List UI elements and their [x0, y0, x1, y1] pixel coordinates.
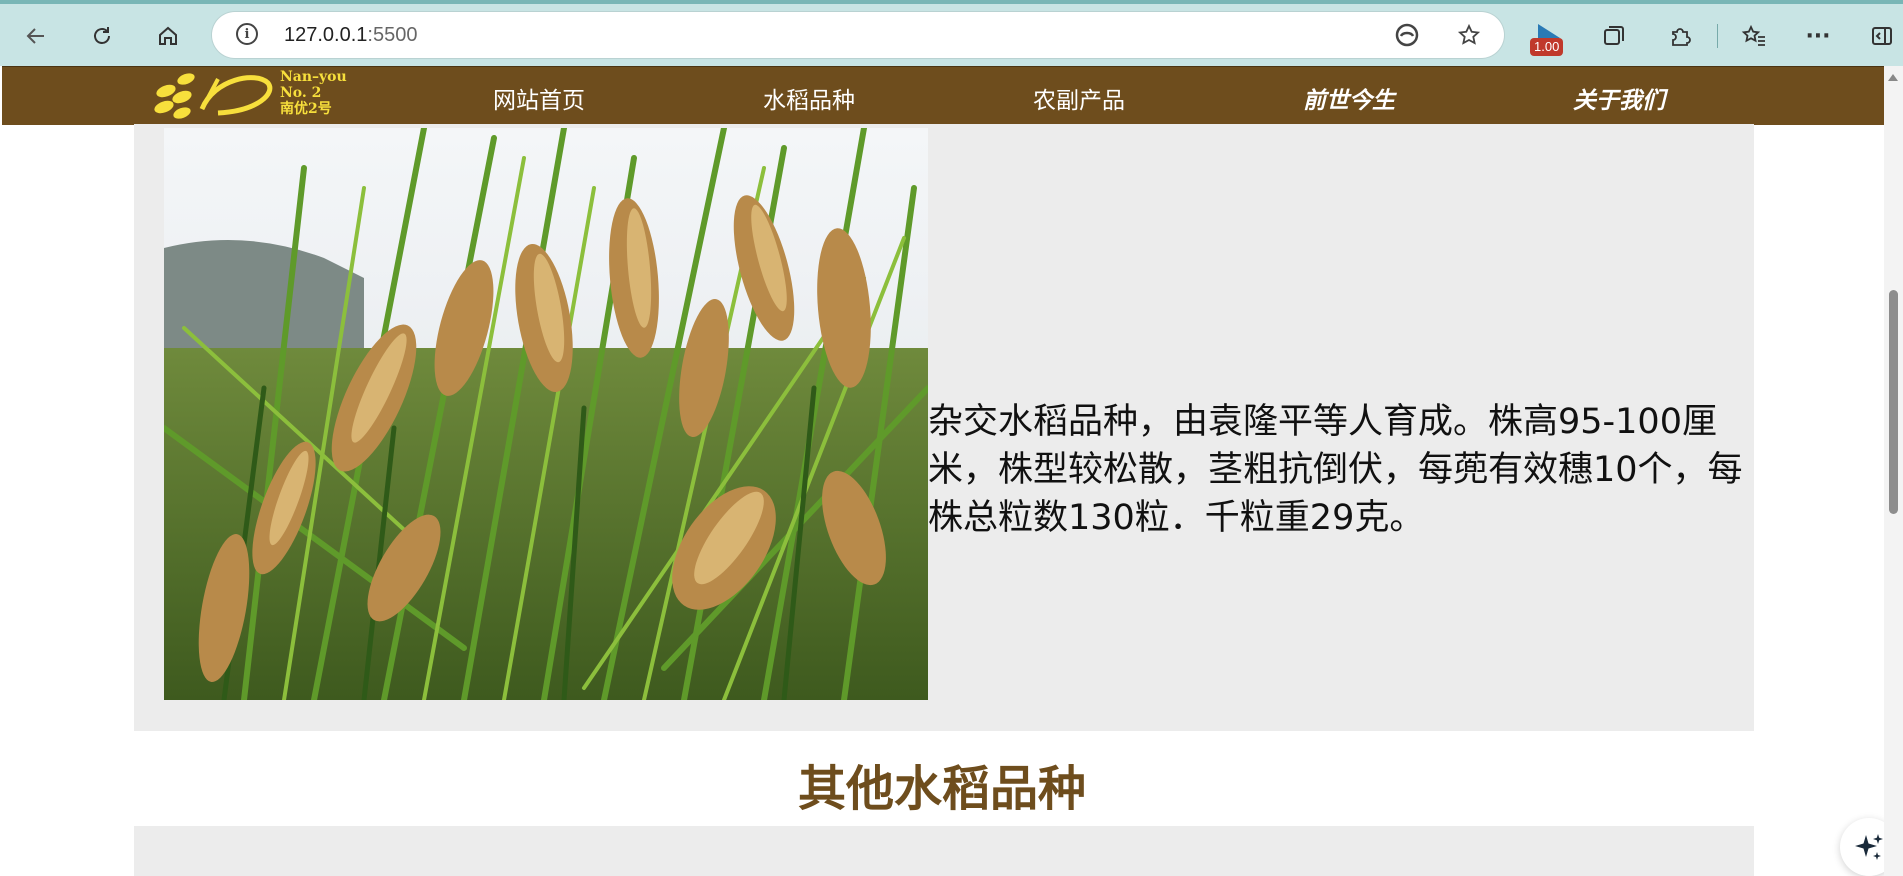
reload-icon	[94, 27, 110, 44]
reload-button[interactable]	[84, 18, 120, 54]
browser-toolbar: i 127.0.0.1:5500 1.00 ···	[0, 0, 1903, 66]
flag-icon[interactable]	[1538, 24, 1560, 38]
section-title: 其他水稻品种	[797, 761, 1086, 817]
logo-text: Nan–you No. 2 南优2号	[280, 69, 347, 117]
home-button[interactable]	[150, 18, 186, 54]
other-varieties-panel	[134, 826, 1754, 876]
favorite-button[interactable]	[1456, 22, 1482, 48]
sparkle-icon	[1855, 834, 1883, 860]
collections-button[interactable]	[1596, 18, 1632, 54]
logo-line-3: 南优2号	[280, 101, 332, 117]
logo-line-1: Nan–you	[280, 69, 347, 85]
back-button[interactable]	[18, 18, 54, 54]
variety-description: 杂交水稻品种，由袁隆平等人育成。株高95-100厘米，株型较松散，茎粗抗倒伏，每…	[928, 402, 1743, 538]
home-icon	[159, 26, 177, 45]
more-button[interactable]: ···	[1800, 18, 1836, 54]
nav-rice-varieties[interactable]: 水稻品种	[763, 81, 855, 114]
page-scrollbar[interactable]	[1884, 66, 1903, 876]
sidebar-button[interactable]	[1864, 18, 1900, 54]
nav-agricultural-products[interactable]: 农副产品	[1033, 81, 1125, 114]
collections-icon	[1604, 26, 1624, 45]
nav-home[interactable]: 网站首页	[493, 81, 585, 114]
extensions-button[interactable]	[1662, 18, 1698, 54]
sidebar-icon	[1872, 27, 1892, 45]
edge-icon	[1395, 23, 1419, 47]
address-bar[interactable]: i 127.0.0.1:5500	[212, 12, 1504, 58]
more-icon: ···	[1805, 23, 1831, 49]
site-navbar: Nan–you No. 2 南优2号 网站首页 水稻品种 农副产品 前世今生 关…	[2, 66, 1884, 125]
read-aloud-button[interactable]	[1394, 22, 1420, 48]
star-icon	[1457, 23, 1481, 45]
scroll-thumb[interactable]	[1889, 290, 1898, 514]
page-viewport: Nan–you No. 2 南优2号 网站首页 水稻品种 农副产品 前世今生 关…	[0, 66, 1884, 876]
site-logo[interactable]: Nan–you No. 2 南优2号	[152, 69, 392, 123]
arrow-left-icon	[26, 28, 44, 44]
variety-feature-panel: 杂交水稻品种，由袁隆平等人育成。株高95-100厘米，株型较松散，茎粗抗倒伏，每…	[134, 124, 1754, 731]
logo-line-2: No. 2	[280, 85, 322, 101]
logo-mark-icon	[154, 73, 273, 119]
extension-badge: 1.00	[1530, 38, 1564, 56]
url-host: 127.0.0.1	[284, 24, 368, 46]
copilot-button[interactable]	[1840, 818, 1884, 876]
favorites-button[interactable]	[1736, 18, 1772, 54]
scroll-up-icon[interactable]	[1888, 74, 1898, 81]
toolbar-divider	[1717, 24, 1718, 48]
url-port: :5500	[367, 24, 418, 46]
rice-field-image	[164, 128, 928, 700]
tab-strip-edge	[0, 0, 1903, 4]
info-icon[interactable]: i	[236, 23, 258, 45]
nav-about-us[interactable]: 关于我们	[1573, 81, 1665, 114]
url-text[interactable]: 127.0.0.1:5500	[284, 24, 417, 47]
puzzle-icon	[1672, 28, 1691, 46]
nav-history[interactable]: 前世今生	[1303, 81, 1395, 114]
favorites-icon	[1741, 24, 1765, 46]
